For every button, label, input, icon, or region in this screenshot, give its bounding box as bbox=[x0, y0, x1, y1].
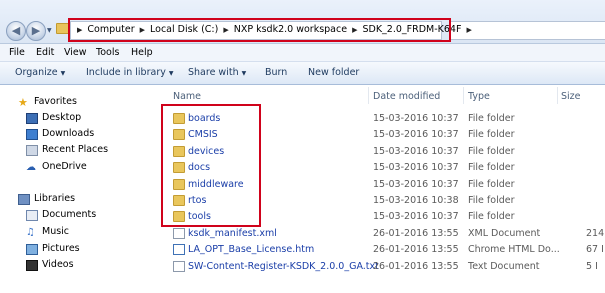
star-icon: ★ bbox=[18, 96, 28, 109]
file-type: Text Document bbox=[468, 261, 540, 272]
chevron-down-icon: ▼ bbox=[168, 70, 174, 77]
chevron-down-icon: ▼ bbox=[60, 70, 66, 77]
text-file-icon bbox=[173, 261, 185, 272]
address-bar-area: ◀ ▶ ▼ ▶ Computer ▶ Local Disk (C:) ▶ NXP ksdk… bbox=[0, 0, 605, 44]
xml-file-icon bbox=[173, 228, 185, 239]
chevron-right-icon[interactable]: ▶ bbox=[466, 26, 471, 34]
chevron-down-icon: ▼ bbox=[241, 70, 247, 77]
nav-desktop-label: Desktop bbox=[42, 112, 82, 123]
nav-pictures-label: Pictures bbox=[42, 243, 80, 254]
file-date: 15-03-2016 10:37 bbox=[373, 129, 459, 140]
file-type: File folder bbox=[468, 146, 515, 157]
file-date: 26-01-2016 13:55 bbox=[373, 244, 459, 255]
nav-onedrive-label: OneDrive bbox=[42, 161, 87, 172]
forward-button[interactable]: ▶ bbox=[26, 21, 46, 41]
file-date: 15-03-2016 10:37 bbox=[373, 146, 459, 157]
file-type: Chrome HTML Do... bbox=[468, 244, 560, 255]
address-highlight-box bbox=[68, 18, 451, 42]
burn-button[interactable]: Burn bbox=[265, 67, 287, 78]
column-header-type[interactable]: Type bbox=[468, 91, 490, 102]
cloud-icon: ☁ bbox=[26, 162, 36, 173]
nav-documents-label: Documents bbox=[42, 209, 97, 220]
list-item[interactable]: LA_OPT_Base_License.htm 26-01-2016 13:55… bbox=[160, 242, 605, 258]
column-headers: Name Date modified Type Size bbox=[160, 85, 605, 105]
pictures-icon bbox=[26, 244, 38, 255]
navigation-pane: ★ Favorites Desktop Downloads Recent Pla… bbox=[0, 85, 160, 293]
column-header-size[interactable]: Size bbox=[561, 91, 581, 102]
file-date: 15-03-2016 10:37 bbox=[373, 211, 459, 222]
videos-icon bbox=[26, 260, 38, 271]
folders-highlight-box bbox=[161, 104, 261, 227]
nav-favorites-label: Favorites bbox=[34, 96, 77, 107]
column-header-date-modified[interactable]: Date modified bbox=[373, 91, 440, 102]
column-divider[interactable] bbox=[463, 87, 464, 104]
command-bar: Organize ▼ Include in library ▼ Share with… bbox=[0, 62, 605, 85]
file-date: 15-03-2016 10:38 bbox=[373, 195, 459, 206]
file-type: File folder bbox=[468, 113, 515, 124]
file-type: XML Document bbox=[468, 228, 541, 239]
recent-places-icon bbox=[26, 145, 38, 156]
share-with-button[interactable]: Share with ▼ bbox=[188, 67, 246, 78]
libraries-icon bbox=[18, 194, 30, 205]
desktop-icon bbox=[26, 113, 38, 124]
menu-bar: File Edit View Tools Help bbox=[0, 44, 605, 62]
file-size: 67 I bbox=[586, 244, 604, 255]
file-date: 15-03-2016 10:37 bbox=[373, 179, 459, 190]
file-type: File folder bbox=[468, 211, 515, 222]
file-date: 26-01-2016 13:55 bbox=[373, 228, 459, 239]
file-size: 5 I bbox=[586, 261, 598, 272]
include-in-library-button[interactable]: Include in library ▼ bbox=[86, 67, 173, 78]
file-size: 214 I bbox=[586, 228, 605, 239]
column-divider[interactable] bbox=[368, 87, 369, 104]
file-name: LA_OPT_Base_License.htm bbox=[188, 244, 315, 255]
file-name: SW-Content-Register-KSDK_2.0.0_GA.txt bbox=[188, 261, 379, 272]
list-item[interactable]: SW-Content-Register-KSDK_2.0.0_GA.txt 26… bbox=[160, 259, 605, 275]
nav-videos-label: Videos bbox=[42, 259, 74, 270]
nav-music-label: Music bbox=[42, 226, 70, 237]
file-type: File folder bbox=[468, 129, 515, 140]
file-type: File folder bbox=[468, 179, 515, 190]
nav-downloads-label: Downloads bbox=[42, 128, 95, 139]
new-folder-button[interactable]: New folder bbox=[308, 67, 359, 78]
menu-help[interactable]: Help bbox=[131, 47, 153, 58]
back-button[interactable]: ◀ bbox=[6, 21, 26, 41]
organize-label: Organize bbox=[15, 67, 58, 78]
organize-button[interactable]: Organize ▼ bbox=[15, 67, 65, 78]
downloads-icon bbox=[26, 129, 38, 140]
file-date: 26-01-2016 13:55 bbox=[373, 261, 459, 272]
menu-tools[interactable]: Tools bbox=[96, 47, 119, 58]
list-item[interactable]: ksdk_manifest.xml 26-01-2016 13:55 XML D… bbox=[160, 226, 605, 242]
documents-icon bbox=[26, 210, 38, 221]
menu-view[interactable]: View bbox=[64, 47, 87, 58]
music-icon: ♫ bbox=[26, 227, 35, 238]
menu-edit[interactable]: Edit bbox=[36, 47, 54, 58]
share-with-label: Share with bbox=[188, 67, 239, 78]
file-date: 15-03-2016 10:37 bbox=[373, 162, 459, 173]
file-name: ksdk_manifest.xml bbox=[188, 228, 277, 239]
file-type: File folder bbox=[468, 195, 515, 206]
nav-recent-places-label: Recent Places bbox=[42, 144, 109, 155]
html-file-icon bbox=[173, 244, 185, 255]
column-header-name[interactable]: Name bbox=[173, 91, 201, 102]
include-in-library-label: Include in library bbox=[86, 67, 166, 78]
menu-file[interactable]: File bbox=[9, 47, 25, 58]
file-type: File folder bbox=[468, 162, 515, 173]
recent-pages-dropdown-icon[interactable]: ▼ bbox=[47, 27, 54, 34]
file-date: 15-03-2016 10:37 bbox=[373, 113, 459, 124]
nav-libraries-label: Libraries bbox=[34, 193, 76, 204]
column-divider[interactable] bbox=[557, 87, 558, 104]
